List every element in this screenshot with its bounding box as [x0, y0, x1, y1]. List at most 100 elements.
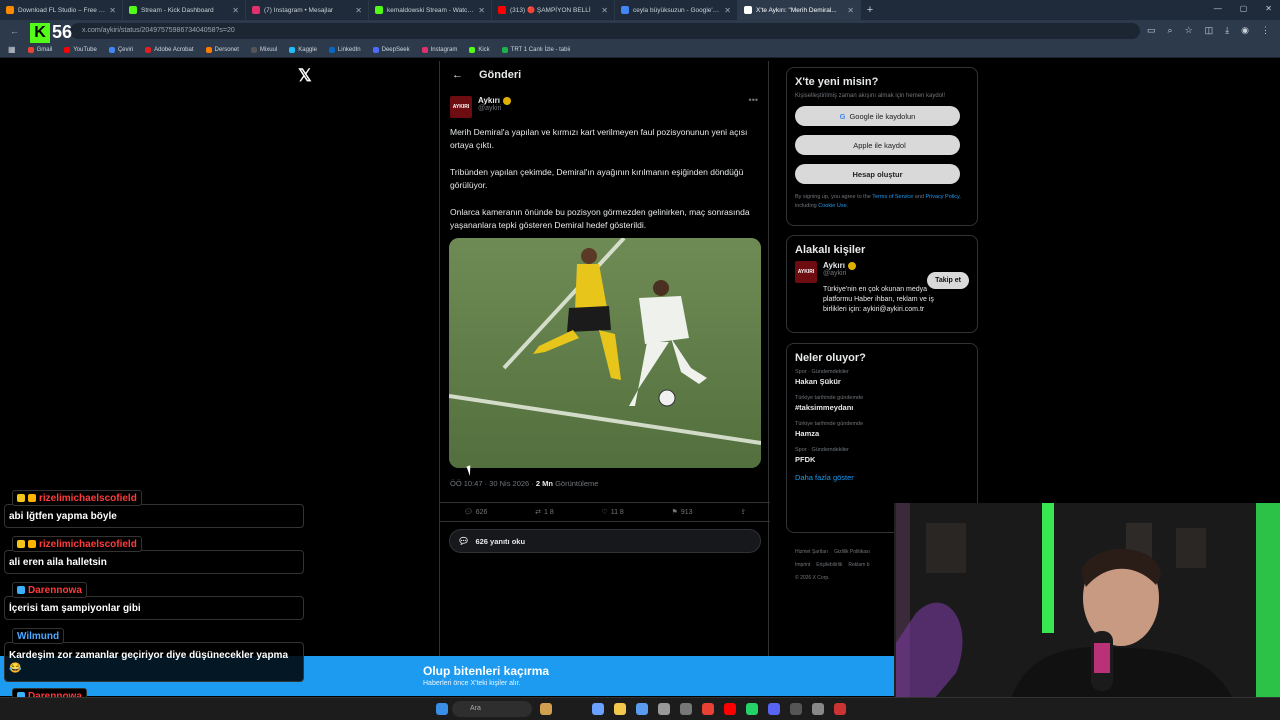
browser-tab[interactable]: Download FL Studio – Free Tri... ✕: [0, 0, 123, 20]
bookmarks-bar: ▦ Gmail YouTube Çeviri Adobe Acrobat Der…: [0, 42, 1280, 58]
close-window-icon[interactable]: ✕: [1265, 4, 1272, 13]
footer-link[interactable]: Imprint: [795, 562, 810, 568]
chrome-icon[interactable]: [702, 703, 714, 715]
extensions-icon[interactable]: ◫: [1205, 25, 1214, 36]
footer-link[interactable]: Hizmet Şartları: [795, 549, 828, 555]
trend-item[interactable]: Spor · Gündemdekiler Hakan Şükür: [795, 369, 969, 386]
browser-tab[interactable]: (313) 🔴 ŞAMPİYON BELLİ ✕: [492, 0, 615, 20]
related-name[interactable]: Aykırı: [823, 261, 845, 270]
bookmark-item[interactable]: TRT 1 Canlı İzle - tabii: [501, 46, 570, 53]
browser-tab[interactable]: ceyla büyüksuzun - Google'da A...✕: [615, 0, 738, 20]
browser-tab[interactable]: (7) Instagram • Mesajlar ✕: [246, 0, 369, 20]
youtube-icon[interactable]: [724, 703, 736, 715]
bookmark-item[interactable]: Kick: [469, 46, 490, 53]
close-icon[interactable]: ✕: [109, 6, 116, 15]
close-icon[interactable]: ✕: [232, 6, 239, 15]
bookmark-item[interactable]: Kaggle: [289, 46, 317, 53]
trend-item[interactable]: Türkiye tarihinde gündemde Hamza: [795, 421, 969, 438]
create-account-button[interactable]: Hesap oluştur: [795, 164, 960, 184]
x-logo-icon[interactable]: 𝕏: [298, 66, 312, 86]
follow-button[interactable]: Takip et: [927, 272, 969, 289]
close-icon[interactable]: ✕: [847, 6, 854, 15]
profile-icon[interactable]: ◉: [1241, 25, 1249, 36]
page-title: Gönderi: [479, 69, 522, 81]
bookmark-item[interactable]: Dersonet: [205, 46, 239, 53]
bookmark-item[interactable]: Instagram: [421, 46, 457, 53]
app-icon[interactable]: [834, 703, 846, 715]
bookmark-item[interactable]: Adobe Acrobat: [145, 46, 194, 53]
google-signup-button[interactable]: G Google ile kaydolun: [795, 106, 960, 126]
settings-icon[interactable]: [812, 703, 824, 715]
menu-icon[interactable]: ⋮: [1261, 25, 1270, 36]
photos-icon[interactable]: [658, 703, 670, 715]
view-count: 2 Mn: [535, 479, 553, 488]
bookmark-item[interactable]: Mixuul: [250, 46, 277, 53]
bookmark-item[interactable]: YouTube: [64, 46, 97, 53]
footer-link[interactable]: Erişilebilirlik: [816, 562, 842, 568]
apps-icon[interactable]: ▦: [8, 45, 16, 54]
like-button[interactable]: ♡ 11 8: [601, 508, 623, 517]
footer-link[interactable]: Reklam b: [848, 562, 869, 568]
back-icon[interactable]: ←: [10, 26, 19, 36]
close-icon[interactable]: ✕: [355, 6, 362, 15]
whatsapp-icon[interactable]: [746, 703, 758, 715]
more-options-icon[interactable]: •••: [749, 95, 758, 105]
back-arrow-icon[interactable]: ←: [452, 69, 463, 81]
close-icon[interactable]: ✕: [601, 6, 608, 15]
url-input[interactable]: x.com/aykiri/status/2049757598673404058?…: [70, 23, 1140, 39]
bookmark-button[interactable]: ⚑ 913: [671, 508, 693, 517]
windows-start-icon[interactable]: [436, 703, 448, 715]
avatar[interactable]: AYKIRI: [450, 96, 472, 118]
browser-tab[interactable]: kemaldowski Stream - Watch L... ✕: [369, 0, 492, 20]
post-video[interactable]: [449, 238, 761, 468]
app-icon[interactable]: [790, 703, 802, 715]
kick-icon: [469, 46, 476, 53]
author-name[interactable]: Aykırı: [478, 96, 500, 105]
author-handle[interactable]: @aykiri: [478, 105, 511, 112]
apple-signup-button[interactable]: Apple ile kaydol: [795, 135, 960, 155]
taskbar-search[interactable]: Ara: [452, 701, 532, 717]
trend-item[interactable]: Spor · Gündemdekiler PFDK: [795, 447, 969, 464]
terms-link[interactable]: Terms of Service: [872, 194, 913, 200]
chat-message: ali eren aila halletsin: [4, 550, 304, 574]
share-button[interactable]: ⇪: [740, 508, 746, 516]
copyright: © 2026 X Corp.: [795, 575, 830, 581]
webcam-feed: [894, 503, 1280, 720]
reply-button[interactable]: 💬︎ 626: [464, 508, 488, 517]
browser-tab-active[interactable]: X'te Aykırı: "Merih Demiral... ✕: [738, 0, 861, 20]
footer-link[interactable]: Gizlilik Politikası: [834, 549, 870, 555]
cast-icon[interactable]: ▭: [1147, 25, 1156, 36]
show-more-link[interactable]: Daha fazla göster: [795, 473, 969, 482]
read-replies-button[interactable]: 💬︎ 626 yanıtı oku: [449, 529, 761, 553]
post-timestamp[interactable]: ÖÖ 10:47 · 30 Nis 2026 ·: [450, 479, 536, 488]
window-controls: — ▢ ✕: [1214, 4, 1272, 13]
badge-icon: [28, 540, 36, 548]
bookmark-icon: ⚑: [671, 509, 678, 516]
minimize-icon[interactable]: —: [1214, 4, 1222, 13]
close-icon[interactable]: ✕: [478, 6, 485, 15]
cookie-link[interactable]: Cookie Use.: [818, 203, 848, 209]
discord-icon[interactable]: [768, 703, 780, 715]
app-icon[interactable]: [680, 703, 692, 715]
widgets-icon[interactable]: [540, 703, 552, 715]
file-explorer-icon[interactable]: [614, 703, 626, 715]
avatar[interactable]: AYKIRI: [795, 261, 817, 283]
store-icon[interactable]: [636, 703, 648, 715]
copilot-icon[interactable]: [592, 703, 604, 715]
browser-tab[interactable]: Stream - Kick Dashboard ✕: [123, 0, 246, 20]
trend-item[interactable]: Türkiye tarihinde gündemde #taksimmeydanı: [795, 395, 969, 412]
new-tab-button[interactable]: +: [861, 4, 879, 16]
star-icon[interactable]: ☆: [1185, 25, 1193, 36]
bookmark-item[interactable]: DeepSeek: [372, 46, 410, 53]
close-icon[interactable]: ✕: [724, 6, 731, 15]
bookmark-item[interactable]: Gmail: [27, 46, 52, 53]
zoom-icon[interactable]: ⌕: [1168, 25, 1173, 36]
bookmark-item[interactable]: Çeviri: [108, 46, 133, 53]
privacy-link[interactable]: Privacy Policy: [925, 194, 959, 200]
post-author[interactable]: AYKIRI Aykırı @aykiri: [450, 96, 511, 118]
bookmark-item[interactable]: LinkedIn: [328, 46, 361, 53]
maximize-icon[interactable]: ▢: [1240, 4, 1248, 13]
signup-subtitle: Kişiselleştirilmiş zaman akışını almak i…: [795, 93, 946, 99]
download-icon[interactable]: ⤓: [1225, 25, 1229, 36]
repost-button[interactable]: ⇄ 1 8: [535, 508, 554, 517]
